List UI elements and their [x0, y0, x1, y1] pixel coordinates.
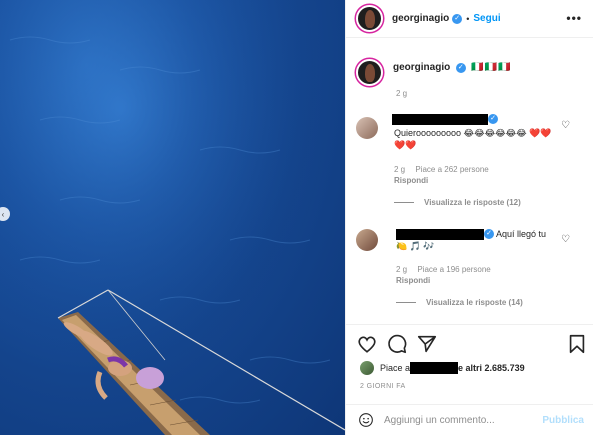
comment-time: 2 g: [396, 265, 408, 274]
comments-list[interactable]: georginagio ✓ 🇮🇹🇮🇹🇮🇹 2 g ✓ Quieroooooooo…: [346, 39, 593, 324]
heart-icon[interactable]: [356, 333, 378, 355]
separator-dot: •: [466, 13, 470, 24]
redacted-username: [410, 362, 459, 374]
verified-badge-icon: ✓: [452, 13, 463, 24]
post-actions: Piace a e altri 2.685.739 2 GIORNI FA: [346, 324, 593, 404]
author-username[interactable]: georginagio: [392, 13, 449, 24]
comment-likes[interactable]: Piace a 262 persone: [415, 165, 488, 174]
caption-time: 2 g: [396, 89, 408, 98]
likes-summary[interactable]: Piace a e altri 2.685.739: [360, 361, 525, 375]
view-replies-button[interactable]: Visualizza le risposte (12): [394, 198, 521, 207]
commenter-avatar[interactable]: [356, 229, 378, 251]
comment-text: Quierooooooooo 😂😂😂😂😂😂 ❤️❤️❤️❤️: [394, 128, 552, 150]
verified-badge-icon: ✓: [455, 62, 466, 73]
commenter-avatar[interactable]: [356, 117, 378, 139]
verified-badge-icon: ✓: [488, 114, 498, 124]
publish-button[interactable]: Pubblica: [542, 415, 584, 426]
comment-meta: 2 g Piace a 196 persone: [396, 265, 499, 274]
more-options-icon[interactable]: •••: [566, 11, 582, 25]
comment-input[interactable]: [384, 414, 534, 426]
post-caption: georginagio ✓ 🇮🇹🇮🇹🇮🇹: [356, 59, 512, 86]
comment-icon[interactable]: [386, 333, 408, 355]
divider-line: [396, 302, 416, 303]
comment-item: ✓ Aquí llegó tu 🍋 🎵 🎶 ♡ 2 g Piace a 196 …: [356, 221, 586, 321]
post-date: 2 GIORNI FA: [360, 383, 406, 390]
add-comment-bar: Pubblica: [346, 404, 593, 435]
share-icon[interactable]: [416, 333, 438, 355]
author-avatar[interactable]: [356, 5, 383, 32]
likes-prefix: Piace a: [380, 363, 411, 373]
view-replies-label: Visualizza le risposte (12): [424, 198, 521, 207]
follow-button[interactable]: Segui: [473, 13, 500, 24]
caption-text: 🇮🇹🇮🇹🇮🇹: [471, 62, 512, 73]
view-replies-button[interactable]: Visualizza le risposte (14): [396, 298, 523, 307]
reply-button[interactable]: Rispondi: [394, 176, 428, 185]
liker-avatar: [360, 361, 374, 375]
comment-likes[interactable]: Piace a 196 persone: [417, 265, 490, 274]
like-comment-heart-icon[interactable]: ♡: [561, 120, 570, 131]
divider-line: [394, 202, 414, 203]
redacted-username: [392, 114, 488, 125]
post-header: georginagio ✓ • Segui •••: [346, 0, 593, 38]
post-side-panel: georginagio ✓ • Segui ••• georginagio ✓ …: [345, 0, 593, 435]
bookmark-icon[interactable]: [566, 333, 588, 355]
comment-time: 2 g: [394, 165, 406, 174]
caption-username[interactable]: georginagio: [393, 62, 450, 73]
like-comment-heart-icon[interactable]: ♡: [561, 234, 570, 245]
post-photo[interactable]: ‹: [0, 0, 345, 435]
comment-meta: 2 g Piace a 262 persone: [394, 165, 497, 174]
likes-count: e altri 2.685.739: [458, 363, 525, 373]
comment-item: ✓ Quierooooooooo 😂😂😂😂😂😂 ❤️❤️❤️❤️ ♡ 2 g P…: [356, 109, 586, 219]
comment-text: Aquí llegó tu 🍋 🎵 🎶: [396, 229, 547, 251]
smile-icon[interactable]: [358, 412, 374, 428]
caption-avatar[interactable]: [356, 59, 383, 86]
view-replies-label: Visualizza le risposte (14): [426, 298, 523, 307]
reply-button[interactable]: Rispondi: [396, 276, 430, 285]
boat-scene: [0, 0, 345, 435]
